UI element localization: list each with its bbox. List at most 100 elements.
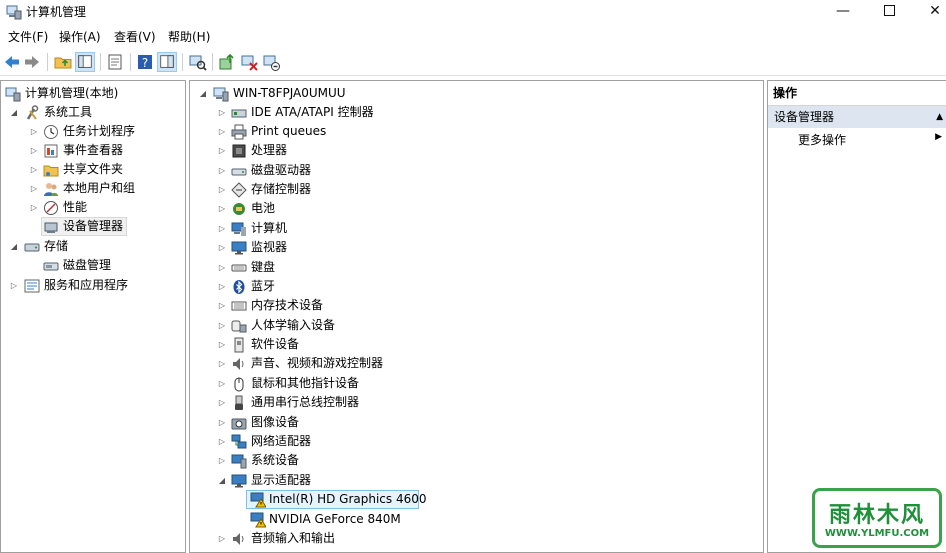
maximize-button[interactable] [866,0,912,22]
network-adapter-icon [231,434,247,449]
expand-icon[interactable]: ▷ [9,276,19,295]
device-category-label: 网络适配器 [251,434,312,448]
expand-icon[interactable]: ▷ [217,529,227,548]
expand-icon[interactable]: ▷ [29,122,39,141]
device-category-memory-tech[interactable]: ▷ 内存技术设备 [190,296,760,315]
tree-item-disk-management[interactable]: 磁盘管理 [1,256,185,275]
console-tree-icon[interactable] [75,52,95,72]
tree-item-storage[interactable]: ◢ 存储 [1,237,185,256]
expand-icon[interactable]: ▷ [217,122,227,141]
actions-section-device-manager[interactable]: 设备管理器 ▲ [768,106,946,128]
expand-icon[interactable]: ▷ [217,141,227,160]
expand-icon[interactable]: ▷ [29,198,39,217]
menu-action[interactable]: 操作(A) [57,29,103,45]
expand-icon[interactable]: ▷ [217,180,227,199]
device-intel-hd-graphics[interactable]: Intel(R) HD Graphics 4600 [246,490,427,509]
close-button[interactable]: ✕ [912,0,946,22]
expand-icon[interactable]: ▷ [217,316,227,335]
menu-bar: 文件(F) 操作(A) 查看(V) 帮助(H) [0,26,946,48]
expand-icon[interactable]: ▷ [217,258,227,277]
more-actions-link[interactable]: 更多操作 [798,131,846,150]
tree-item-label: 系统工具 [44,105,93,119]
collapse-up-icon[interactable]: ▲ [936,106,943,128]
tree-item-task-scheduler[interactable]: ▷ 任务计划程序 [1,122,185,141]
tree-item-system-tools[interactable]: ◢ 系统工具 [1,103,185,122]
device-nvidia-geforce[interactable]: NVIDIA GeForce 840M [246,510,546,529]
device-category-disk-drives[interactable]: ▷ 磁盘驱动器 [190,161,760,180]
tree-item-local-users[interactable]: ▷ 本地用户和组 [1,179,185,198]
expand-icon[interactable]: ▷ [217,238,227,257]
tree-root[interactable]: 计算机管理(本地) [1,84,185,103]
expand-icon[interactable]: ▷ [217,199,227,218]
device-category-sound-video[interactable]: ▷ 声音、视频和游戏控制器 [190,354,760,373]
back-arrow-icon[interactable] [2,52,22,72]
collapse-icon[interactable]: ◢ [198,84,208,103]
show-pane-icon[interactable] [157,52,177,72]
device-category-print-queues[interactable]: ▷ Print queues [190,122,760,141]
device-category-keyboards[interactable]: ▷ 键盘 [190,258,760,277]
minimize-button[interactable]: — [820,0,866,22]
collapse-icon[interactable]: ◢ [9,237,19,256]
expand-icon[interactable]: ▷ [217,354,227,373]
expand-icon[interactable]: ▷ [217,277,227,296]
device-category-computer[interactable]: ▷ 计算机 [190,219,760,238]
uninstall-device-icon[interactable] [239,52,259,72]
tree-item-performance[interactable]: ▷ 性能 [1,198,185,217]
expand-icon[interactable]: ▷ [217,103,227,122]
expand-icon[interactable]: ▷ [217,413,227,432]
expand-icon[interactable]: ▷ [217,374,227,393]
device-category-label: 存储控制器 [251,182,312,196]
forward-arrow-icon[interactable] [22,52,42,72]
device-category-imaging[interactable]: ▷ 图像设备 [190,413,760,432]
update-driver-icon[interactable] [217,52,237,72]
device-category-bluetooth[interactable]: ▷ 蓝牙 [190,277,760,296]
expand-icon[interactable]: ▷ [217,161,227,180]
device-category-battery[interactable]: ▷ 电池 [190,199,760,218]
device-category-system[interactable]: ▷ 系统设备 [190,451,760,470]
device-category-processors[interactable]: ▷ 处理器 [190,141,760,160]
tree-item-device-manager[interactable]: 设备管理器 [41,217,127,236]
device-category-display-adapters[interactable]: ◢ 显示适配器 [190,471,760,490]
device-category-storage-controllers[interactable]: ▷ 存储控制器 [190,180,760,199]
expand-icon[interactable]: ▷ [217,432,227,451]
device-category-audio-io[interactable]: ▷ 音频输入和输出 [190,529,760,548]
folder-up-icon[interactable] [53,52,73,72]
menu-help[interactable]: 帮助(H) [166,29,212,45]
tree-item-event-viewer[interactable]: ▷ 事件查看器 [1,141,185,160]
toolbar-separator [182,53,183,71]
expand-icon[interactable]: ▷ [29,160,39,179]
properties-icon[interactable] [105,52,125,72]
menu-view[interactable]: 查看(V) [112,29,158,45]
tree-item-label: 设备管理器 [63,219,124,233]
ide-controller-icon [231,109,247,118]
device-category-ide[interactable]: ▷ IDE ATA/ATAPI 控制器 [190,103,760,122]
help-icon[interactable]: ? [135,52,155,72]
device-category-monitors[interactable]: ▷ 监视器 [190,238,760,257]
device-category-usb[interactable]: ▷ 通用串行总线控制器 [190,393,760,412]
device-tree-root[interactable]: ◢ WIN-T8FPJA0UMUU [190,84,760,103]
device-category-hid[interactable]: ▷ 人体学输入设备 [190,316,760,335]
expand-icon[interactable]: ▷ [217,451,227,470]
expand-icon[interactable]: ▷ [29,141,39,160]
tree-item-label: 磁盘管理 [63,258,112,272]
expand-icon[interactable]: ▷ [217,296,227,315]
device-category-software[interactable]: ▷ 软件设备 [190,335,760,354]
scan-hardware-icon[interactable] [187,52,207,72]
expand-icon[interactable]: ▷ [217,219,227,238]
collapse-icon[interactable]: ◢ [9,103,19,122]
collapse-icon[interactable]: ◢ [217,471,227,490]
menu-file[interactable]: 文件(F) [6,29,50,45]
disable-device-icon[interactable] [261,52,281,72]
processor-icon [232,144,246,158]
tree-item-label: 事件查看器 [63,143,124,157]
watermark-logo: 雨林木风 WWW.YLMFU.COM [812,488,942,548]
expand-icon[interactable]: ▷ [217,335,227,354]
device-category-mice[interactable]: ▷ 鼠标和其他指针设备 [190,374,760,393]
device-category-network[interactable]: ▷ 网络适配器 [190,432,760,451]
expand-icon[interactable]: ▷ [29,179,39,198]
tree-item-shared-folders[interactable]: ▷ 共享文件夹 [1,160,185,179]
tree-item-services-apps[interactable]: ▷ 服务和应用程序 [1,276,185,295]
device-tree-root-label: WIN-T8FPJA0UMUU [233,86,346,100]
title-bar: 计算机管理 — ✕ [0,0,946,26]
expand-icon[interactable]: ▷ [217,393,227,412]
